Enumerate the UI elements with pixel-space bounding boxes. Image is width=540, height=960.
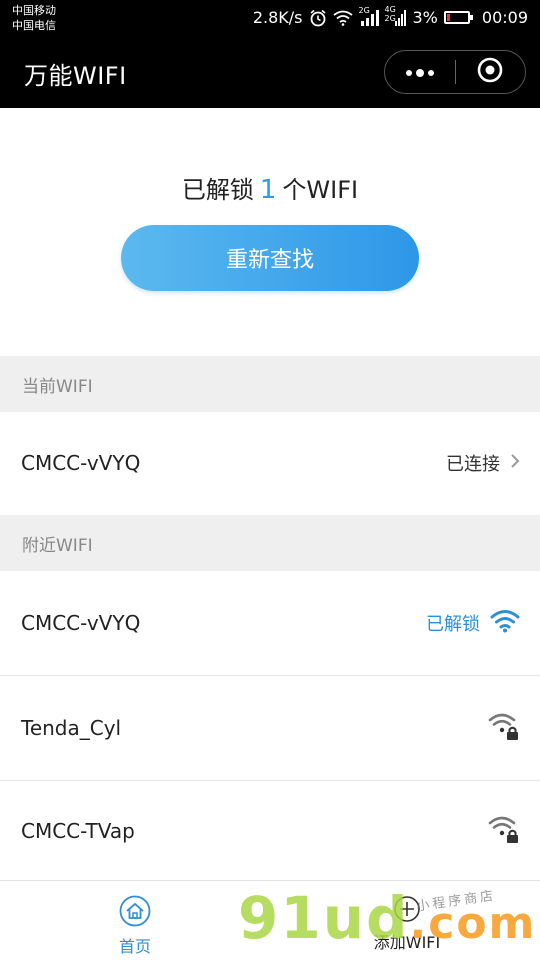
wifi-unlocked-icon	[490, 609, 520, 637]
nearby-wifi-row[interactable]: Tenda_Cyl	[0, 676, 540, 780]
unlock-suffix: 个WIFI	[282, 176, 359, 204]
more-button[interactable]	[385, 51, 455, 93]
close-button[interactable]	[456, 51, 526, 93]
alarm-icon	[309, 9, 327, 27]
tab-home-label: 首页	[118, 937, 151, 956]
current-wifi-ssid: CMCC-vVYQ	[21, 451, 141, 475]
carrier-1: 中国移动	[12, 4, 56, 17]
nearby-wifi-state: 已解锁	[426, 614, 480, 635]
rescan-button[interactable]: 重新查找	[121, 225, 419, 291]
signal-1-icon: 2G	[359, 6, 379, 26]
network-type-2b: 2G	[384, 13, 396, 23]
tab-home[interactable]: 首页	[100, 895, 170, 957]
nearby-wifi-ssid: Tenda_Cyl	[21, 716, 122, 740]
unlock-summary: 已解锁 1 个WIFI 重新查找	[0, 108, 540, 356]
network-type-1: 2G	[358, 5, 370, 15]
clock: 00:09	[481, 8, 528, 27]
wifi-locked-icon	[488, 711, 520, 745]
signal-2-icon: 4G 2G	[384, 5, 407, 26]
nearby-wifi-ssid: CMCC-vVYQ	[21, 611, 141, 635]
nearby-wifi-row[interactable]: CMCC-vVYQ 已解锁	[0, 571, 540, 675]
nearby-wifi-row[interactable]: CMCC-TVap	[0, 781, 540, 880]
network-speed: 2.8K/s	[252, 8, 303, 27]
battery-percent: 3%	[412, 8, 438, 27]
title-bar: 万能WIFI	[0, 38, 540, 108]
current-wifi-header: 当前WIFI	[0, 356, 540, 412]
current-wifi-row[interactable]: CMCC-vVYQ 已连接	[0, 412, 540, 514]
nearby-wifi-ssid: CMCC-TVap	[21, 818, 135, 843]
wifi-status-icon	[332, 10, 353, 26]
nearby-wifi-header: 附近WIFI	[0, 515, 540, 571]
network-type-2a: 4G	[384, 4, 396, 14]
tab-bar: 首页 添加WIFI	[0, 880, 540, 960]
unlock-count: 1	[259, 175, 277, 205]
chevron-right-icon	[510, 453, 520, 473]
current-wifi-state: 已连接	[446, 454, 500, 475]
carrier-info: 中国移动 中国电信	[12, 3, 56, 33]
close-target-icon	[477, 57, 503, 87]
mini-program-capsule	[384, 50, 526, 94]
app-title: 万能WIFI	[24, 62, 127, 90]
status-bar: 中国移动 中国电信 2.8K/s 2G 4G 2G 3% 00:09	[0, 0, 540, 38]
plus-circle-icon	[362, 895, 452, 927]
status-indicators: 2.8K/s 2G 4G 2G 3% 00:09	[252, 5, 528, 28]
unlock-prefix: 已解锁	[181, 176, 254, 204]
tab-add-wifi[interactable]: 添加WIFI	[362, 895, 452, 953]
home-icon	[100, 895, 170, 931]
unlock-count-text: 已解锁 1 个WIFI	[0, 170, 540, 205]
more-dots-icon	[404, 63, 436, 82]
tab-add-wifi-label: 添加WIFI	[373, 933, 441, 952]
wifi-locked-icon	[488, 814, 520, 848]
battery-icon	[443, 11, 473, 24]
carrier-2: 中国电信	[12, 19, 56, 32]
